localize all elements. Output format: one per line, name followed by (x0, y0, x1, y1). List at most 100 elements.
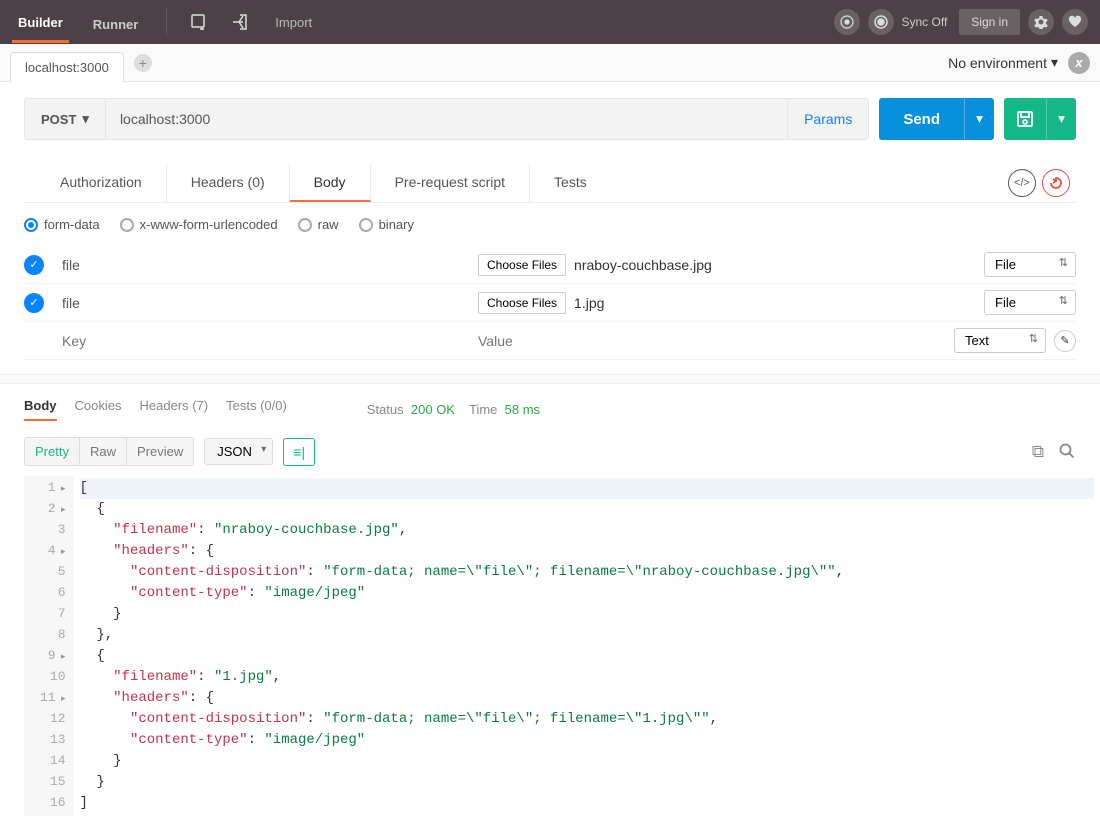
choose-files-button[interactable]: Choose Files (478, 254, 566, 276)
time-value: 58 ms (505, 402, 540, 417)
value-cell[interactable] (478, 333, 942, 349)
environment-quicklook-icon[interactable]: x (1068, 52, 1090, 74)
tab-runner[interactable]: Runner (87, 3, 145, 42)
request-tabs-actions: </> (1008, 164, 1076, 202)
type-select[interactable]: File (984, 252, 1076, 277)
request-tab-row: localhost:3000 + No environment ▾ x (0, 44, 1100, 82)
send-button[interactable]: Send (879, 98, 964, 140)
import-button[interactable]: Import (275, 15, 312, 30)
type-select[interactable]: Text (954, 328, 1046, 353)
signin-button[interactable]: Sign in (959, 9, 1020, 35)
value-cell: Choose Files 1.jpg (478, 292, 972, 314)
type-cell: File (984, 252, 1076, 277)
tab-tests[interactable]: Tests (530, 164, 611, 202)
method-label: POST (41, 112, 76, 127)
sync-icon[interactable] (868, 9, 894, 35)
save-button[interactable] (1004, 98, 1046, 140)
send-group: Send ▾ (879, 98, 994, 140)
environment-dropdown[interactable]: No environment ▾ (948, 54, 1058, 71)
radio-unchecked-icon (298, 218, 312, 232)
radio-form-data[interactable]: form-data (24, 217, 100, 232)
status-label: Status (367, 402, 404, 417)
response-tabs: Body Cookies Headers (7) Tests (0/0) (24, 398, 287, 421)
view-raw[interactable]: Raw (80, 438, 127, 465)
type-select[interactable]: File (984, 290, 1076, 315)
settings-icon[interactable] (1028, 9, 1054, 35)
key-cell[interactable] (56, 329, 466, 353)
chevron-down-icon: ▾ (82, 111, 89, 127)
form-data-row: ✓ file Choose Files nraboy-couchbase.jpg… (24, 246, 1076, 284)
interceptor-icon[interactable] (834, 9, 860, 35)
response-tab-body[interactable]: Body (24, 398, 57, 421)
sync-label: Sync Off (902, 15, 948, 29)
search-icon[interactable] (1058, 442, 1076, 462)
type-cell: Text ✎ (954, 328, 1076, 353)
key-input[interactable] (62, 333, 460, 349)
copy-icon[interactable]: ⧉ (1032, 442, 1044, 462)
wrap-lines-button[interactable]: ≡| (283, 438, 315, 466)
row-enabled-toggle[interactable]: ✓ (24, 293, 44, 313)
app-toolbar: Builder Runner Import Sync Off Sign in (0, 0, 1100, 44)
toolbar-left: Builder Runner Import (12, 1, 312, 43)
request-tab-label: localhost:3000 (25, 60, 109, 75)
add-tab-button[interactable]: + (134, 54, 152, 72)
import-icon[interactable] (229, 11, 251, 33)
tab-body[interactable]: Body (290, 164, 371, 202)
send-dropdown[interactable]: ▾ (964, 98, 994, 140)
radio-checked-icon (24, 218, 38, 232)
radio-raw[interactable]: raw (298, 217, 339, 232)
new-icon[interactable] (189, 11, 211, 33)
response-toolbar: Pretty Raw Preview JSON ≡| ⧉ (0, 429, 1100, 476)
status-value: 200 OK (411, 402, 455, 417)
line-gutter: 12345678910111213141516 (24, 476, 74, 816)
form-data-row-empty: Text ✎ (24, 322, 1076, 360)
view-pretty[interactable]: Pretty (25, 438, 80, 465)
response-header: Body Cookies Headers (7) Tests (0/0) Sta… (0, 384, 1100, 429)
heart-icon[interactable] (1062, 9, 1088, 35)
type-cell: File (984, 290, 1076, 315)
choose-files-button[interactable]: Choose Files (478, 292, 566, 314)
selected-filename: nraboy-couchbase.jpg (574, 257, 712, 273)
radio-binary[interactable]: binary (359, 217, 414, 232)
format-select[interactable]: JSON (204, 438, 273, 465)
response-tab-headers[interactable]: Headers (7) (139, 398, 208, 421)
response-toolbar-right: ⧉ (1032, 442, 1076, 462)
body-type-selector: form-data x-www-form-urlencoded raw bina… (0, 203, 1100, 246)
reset-icon[interactable] (1042, 169, 1070, 197)
form-data-table: ✓ file Choose Files nraboy-couchbase.jpg… (0, 246, 1100, 374)
radio-label: raw (318, 217, 339, 232)
response-body-viewer[interactable]: 12345678910111213141516 [ { "filename": … (0, 476, 1100, 816)
url-input[interactable] (106, 99, 787, 139)
tab-headers[interactable]: Headers (0) (167, 164, 290, 202)
request-tab[interactable]: localhost:3000 (10, 52, 124, 82)
selected-filename: 1.jpg (574, 295, 604, 311)
row-enabled-toggle[interactable]: ✓ (24, 255, 44, 275)
toolbar-separator (166, 8, 167, 36)
tab-authorization[interactable]: Authorization (36, 164, 167, 202)
time-label: Time (469, 402, 497, 417)
response-tab-tests[interactable]: Tests (0/0) (226, 398, 287, 421)
request-section-tabs: Authorization Headers (0) Body Pre-reque… (24, 164, 1076, 203)
toolbar-right: Sync Off Sign in (834, 9, 1089, 35)
params-button[interactable]: Params (787, 99, 868, 139)
bulk-edit-icon[interactable]: ✎ (1054, 330, 1076, 352)
tab-prerequest[interactable]: Pre-request script (371, 164, 530, 202)
tab-builder[interactable]: Builder (12, 1, 69, 43)
environment-label: No environment (948, 55, 1047, 71)
key-cell[interactable]: file (56, 253, 466, 277)
view-preview[interactable]: Preview (127, 438, 193, 465)
code-icon[interactable]: </> (1008, 169, 1036, 197)
save-dropdown[interactable]: ▾ (1046, 98, 1076, 140)
method-dropdown[interactable]: POST ▾ (25, 99, 106, 139)
radio-label: x-www-form-urlencoded (140, 217, 278, 232)
response-meta: Status 200 OK Time 58 ms (367, 402, 540, 417)
request-bar: POST ▾ Params Send ▾ ▾ (24, 98, 1076, 140)
key-cell[interactable]: file (56, 291, 466, 315)
save-group: ▾ (1004, 98, 1076, 140)
request-builder: POST ▾ Params Send ▾ ▾ Authorization Hea… (0, 82, 1100, 203)
radio-urlencoded[interactable]: x-www-form-urlencoded (120, 217, 278, 232)
value-input[interactable] (478, 333, 942, 349)
response-tab-cookies[interactable]: Cookies (75, 398, 122, 421)
code-content[interactable]: [ { "filename": "nraboy-couchbase.jpg", … (74, 476, 1100, 816)
chevron-down-icon: ▾ (1051, 54, 1058, 71)
